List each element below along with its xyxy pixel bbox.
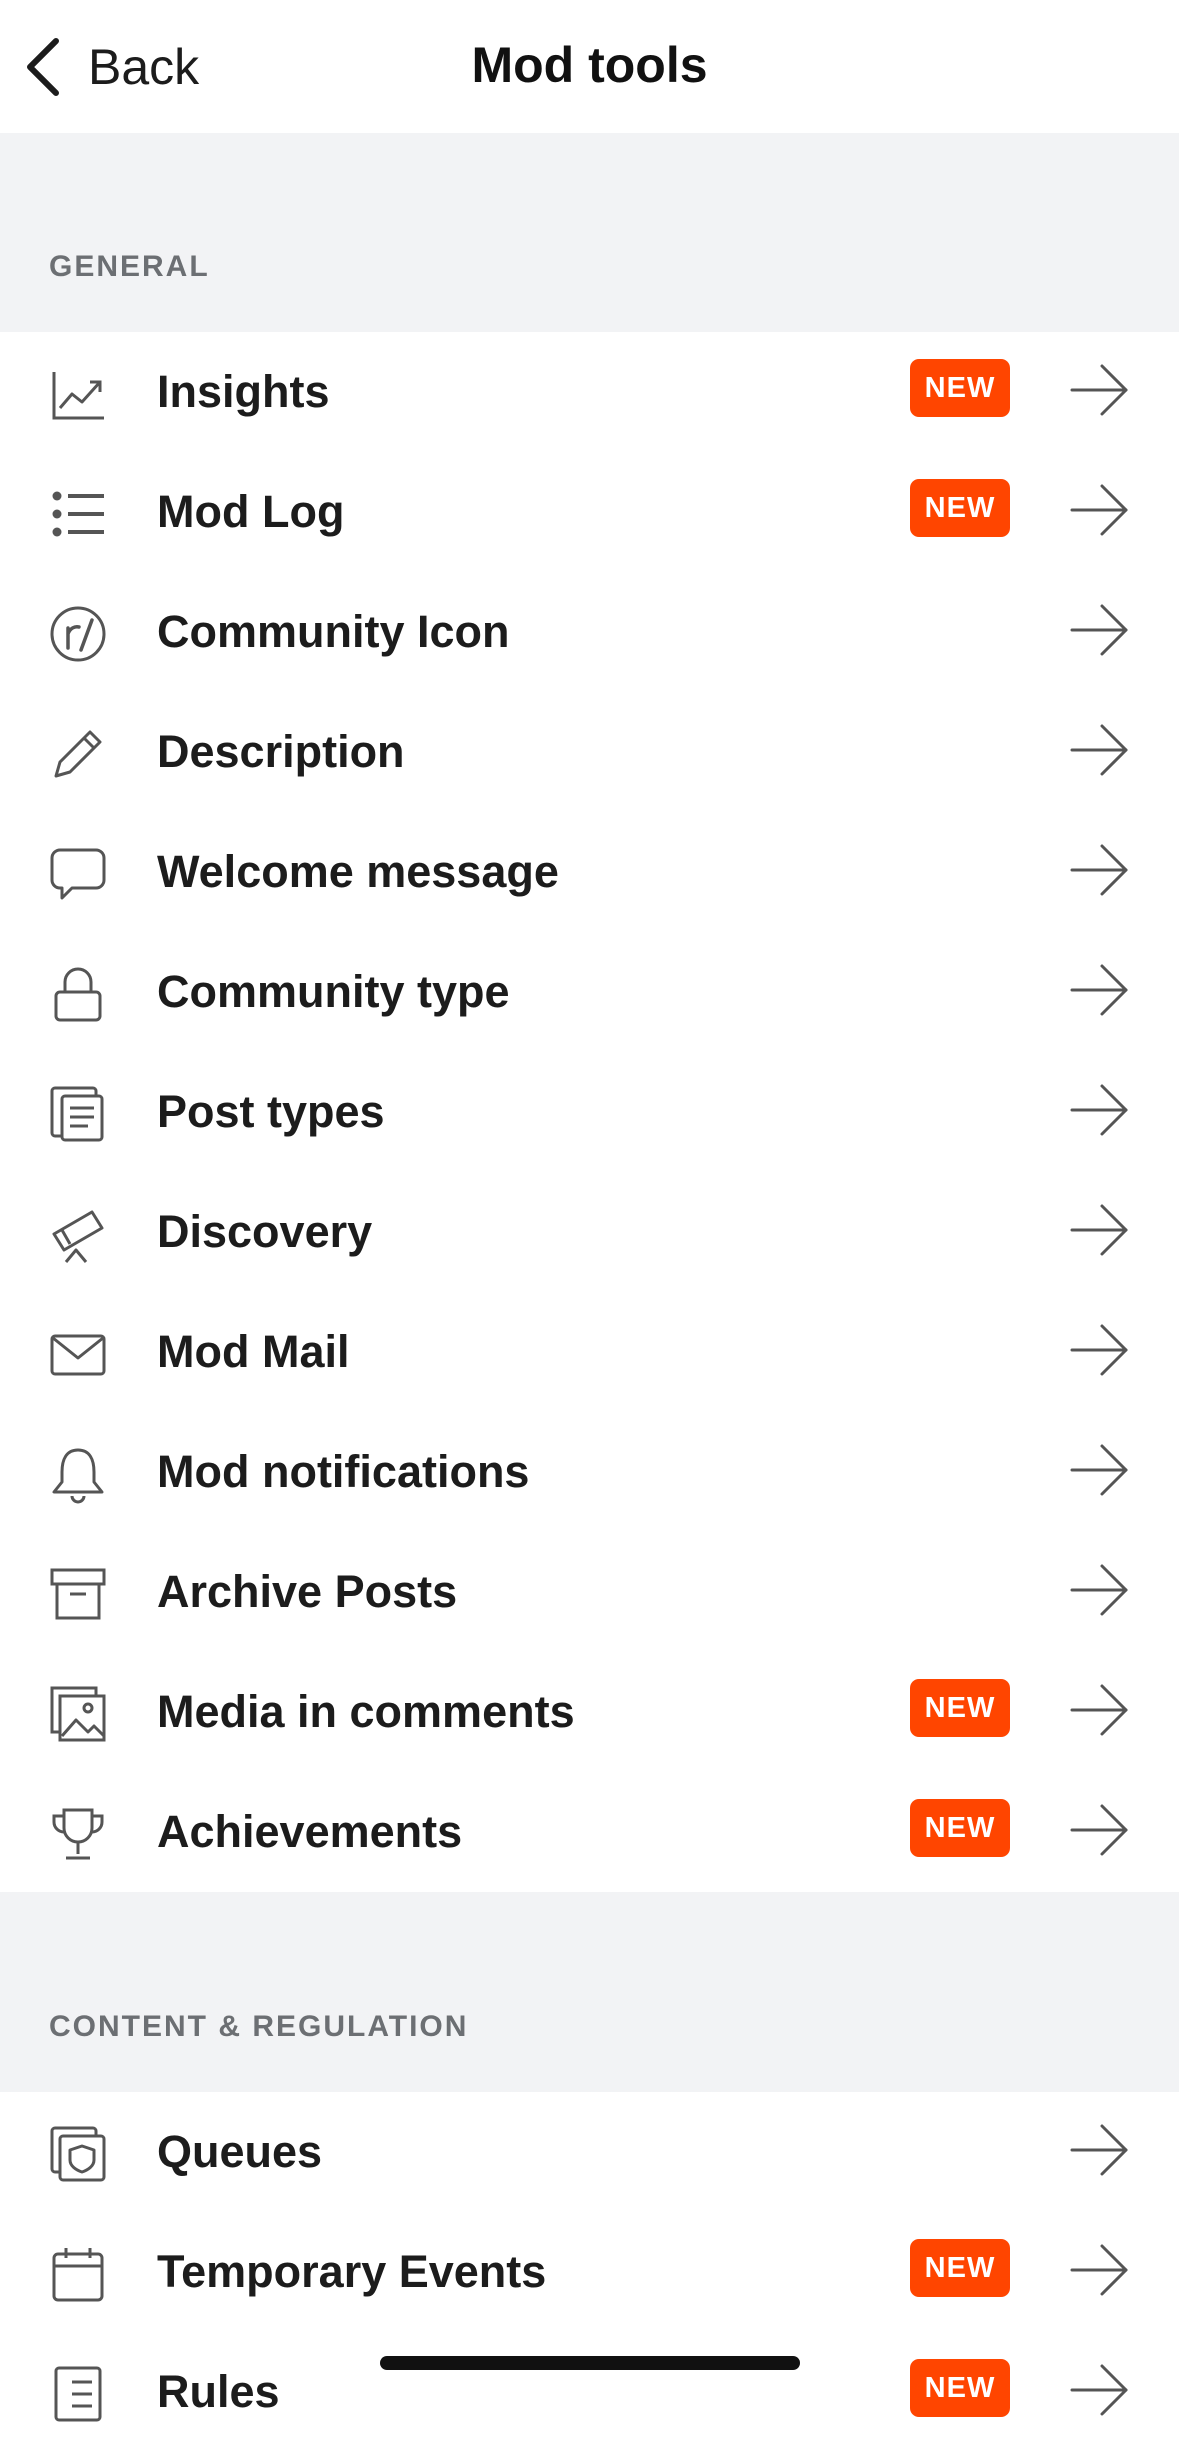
new-badge: NEW [910, 2359, 1010, 2417]
mod-tool-item-discovery[interactable]: Discovery [0, 1172, 1179, 1292]
mod-tool-item-mod-notifications[interactable]: Mod notifications [0, 1412, 1179, 1532]
lock-icon [48, 964, 108, 1024]
arrow-right-icon [1068, 1680, 1132, 1740]
arrow-right-icon [1068, 1080, 1132, 1140]
rules-list-icon [48, 2364, 108, 2424]
arrow-right-icon [1068, 360, 1132, 420]
arrow-right-icon [1068, 1440, 1132, 1500]
navigation-bar: Back Mod tools [0, 0, 1179, 133]
content-regulation-list: Queues Temporary Events NEW Rules NEW [0, 2092, 1179, 2452]
section-header-general: GENERAL [0, 133, 1179, 332]
arrow-right-icon [1068, 720, 1132, 780]
mod-tool-item-label: Rules [157, 2366, 280, 2417]
arrow-right-icon [1068, 2120, 1132, 2180]
new-badge: NEW [910, 2239, 1010, 2297]
mod-tool-item-community-type[interactable]: Community type [0, 932, 1179, 1052]
mod-tool-item-label: Community type [157, 966, 510, 1017]
section-header-label: GENERAL [49, 250, 210, 283]
arrow-right-icon [1068, 600, 1132, 660]
mod-tool-item-archive-posts[interactable]: Archive Posts [0, 1532, 1179, 1652]
post-types-icon [48, 1084, 108, 1144]
mod-tool-item-queues[interactable]: Queues [0, 2092, 1179, 2212]
mod-tool-item-media-in-comments[interactable]: Media in comments NEW [0, 1652, 1179, 1772]
mod-tool-item-label: Post types [157, 1086, 385, 1137]
new-badge: NEW [910, 1799, 1010, 1857]
mod-tool-item-label: Description [157, 726, 405, 777]
page-title: Mod tools [471, 37, 708, 93]
mod-tool-item-label: Community Icon [157, 606, 510, 657]
arrow-right-icon [1068, 840, 1132, 900]
arrow-right-icon [1068, 1560, 1132, 1620]
mod-tool-item-description[interactable]: Description [0, 692, 1179, 812]
mod-tool-item-label: Discovery [157, 1206, 373, 1257]
mod-tool-item-label: Mod notifications [157, 1446, 530, 1497]
general-list: Insights NEW Mod Log NEW Community Icon Descr… [0, 332, 1179, 1892]
mod-tool-item-achievements[interactable]: Achievements NEW [0, 1772, 1179, 1892]
chat-bubble-icon [48, 844, 108, 904]
bell-icon [48, 1444, 108, 1504]
new-badge: NEW [910, 1679, 1010, 1737]
mod-tool-item-mod-log[interactable]: Mod Log NEW [0, 452, 1179, 572]
mod-tool-item-rules[interactable]: Rules NEW [0, 2332, 1179, 2452]
arrow-right-icon [1068, 1320, 1132, 1380]
mod-tool-item-label: Media in comments [157, 1686, 575, 1737]
section-header-content-regulation: CONTENT & REGULATION [0, 1892, 1179, 2092]
arrow-right-icon [1068, 480, 1132, 540]
insights-chart-icon [48, 364, 108, 424]
arrow-right-icon [1068, 1800, 1132, 1860]
mod-tool-item-label: Temporary Events [157, 2246, 547, 2297]
new-badge: NEW [910, 479, 1010, 537]
list-icon [48, 484, 108, 544]
mod-tool-item-label: Achievements [157, 1806, 463, 1857]
arrow-right-icon [1068, 960, 1132, 1020]
trophy-icon [48, 1804, 108, 1864]
arrow-right-icon [1068, 2360, 1132, 2420]
mod-tool-item-label: Insights [157, 366, 330, 417]
arrow-right-icon [1068, 2240, 1132, 2300]
new-badge: NEW [910, 359, 1010, 417]
queue-shield-icon [48, 2124, 108, 2184]
image-icon [48, 1684, 108, 1744]
mod-tool-item-label: Mod Log [157, 486, 345, 537]
mod-tool-item-label: Queues [157, 2126, 323, 2177]
mod-tool-item-community-icon[interactable]: Community Icon [0, 572, 1179, 692]
mod-tool-item-welcome-message[interactable]: Welcome message [0, 812, 1179, 932]
pencil-icon [48, 724, 108, 784]
mod-tool-item-post-types[interactable]: Post types [0, 1052, 1179, 1172]
calendar-icon [48, 2244, 108, 2304]
section-header-label: CONTENT & REGULATION [49, 2010, 469, 2043]
community-r-icon [48, 604, 108, 664]
mod-tool-item-label: Welcome message [157, 846, 559, 897]
mod-tool-item-label: Archive Posts [157, 1566, 458, 1617]
mod-tool-item-temporary-events[interactable]: Temporary Events NEW [0, 2212, 1179, 2332]
mod-tool-item-mod-mail[interactable]: Mod Mail [0, 1292, 1179, 1412]
telescope-icon [48, 1204, 108, 1264]
archive-box-icon [48, 1564, 108, 1624]
home-indicator [380, 2356, 800, 2370]
arrow-right-icon [1068, 1200, 1132, 1260]
mod-tool-item-label: Mod Mail [157, 1326, 350, 1377]
envelope-icon [48, 1324, 108, 1384]
mod-tool-item-insights[interactable]: Insights NEW [0, 332, 1179, 452]
